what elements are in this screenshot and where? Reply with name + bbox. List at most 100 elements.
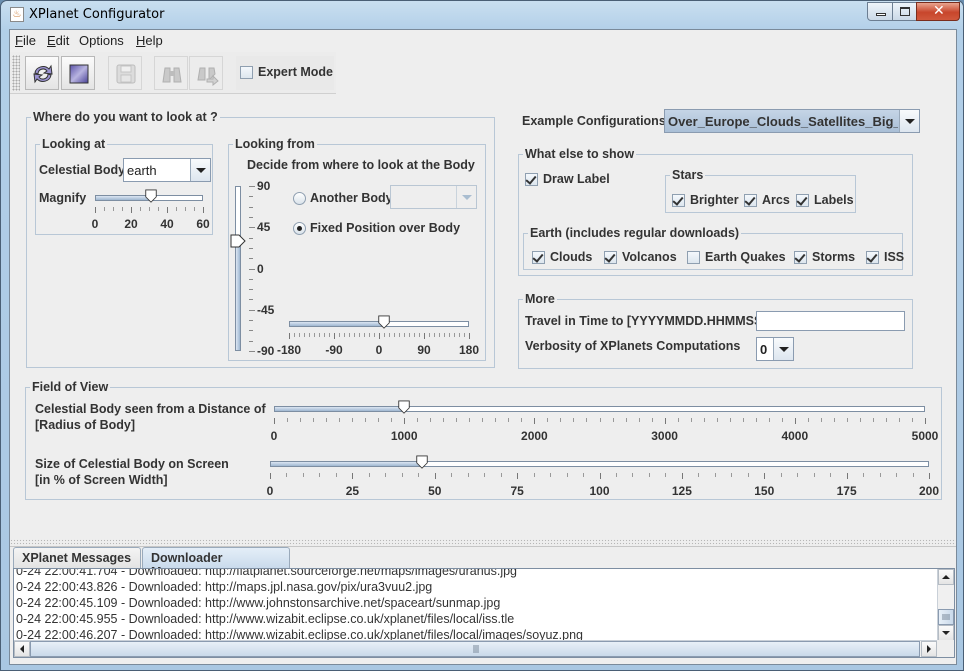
tick-mark <box>566 473 568 477</box>
tick-mark <box>391 418 393 422</box>
fixed-position-radio[interactable] <box>293 222 306 235</box>
tick-mark <box>625 418 627 422</box>
tick-mark <box>352 418 354 422</box>
expert-mode-toggle[interactable]: Expert Mode <box>236 56 334 90</box>
celestial-body-select[interactable]: earth <box>123 158 211 182</box>
stars-title: Stars <box>670 168 706 182</box>
magnify-ticks <box>95 207 204 213</box>
storms-checkbox[interactable] <box>794 251 807 264</box>
clouds-checkbox[interactable] <box>532 251 545 264</box>
vertical-scroll-thumb[interactable] <box>938 609 954 625</box>
tick-mark <box>534 418 536 424</box>
clouds-label: Clouds <box>550 250 593 264</box>
tick-mark <box>638 418 640 422</box>
menu-edit[interactable]: Edit <box>47 33 69 48</box>
tick-mark <box>573 418 575 422</box>
tick-mark <box>389 333 390 337</box>
tick-label: 20 <box>124 217 138 231</box>
travel-in-time-input[interactable] <box>756 311 905 331</box>
minimize-button[interactable] <box>867 2 893 21</box>
menu-options[interactable]: Options <box>79 33 124 48</box>
close-button[interactable]: ✕ <box>916 2 960 21</box>
tab-xplanet-messages[interactable]: XPlanet Messages <box>13 547 141 568</box>
verbosity-select[interactable]: 0 <box>756 337 794 361</box>
tick-mark <box>319 473 321 477</box>
earth-quakes-checkbox[interactable] <box>687 251 700 264</box>
log-line: 0-24 22:00:43.826 - Downloaded: http://m… <box>16 580 433 594</box>
menu-help[interactable]: Help <box>136 33 163 48</box>
example-configurations-select[interactable]: Over_Europe_Clouds_Satellites_Big_M... <box>664 109 920 133</box>
menu-bar: File Edit Options Help <box>10 30 956 50</box>
java-app-icon[interactable]: ♨ <box>10 7 24 22</box>
find-button[interactable] <box>154 56 188 90</box>
more-title: More <box>523 292 557 306</box>
refresh-button[interactable] <box>25 56 59 90</box>
toolbar-grip[interactable] <box>12 55 20 91</box>
field-of-view-group: Field of View Celestial Body seen from a… <box>25 380 942 500</box>
draw-label-checkbox[interactable] <box>525 173 538 186</box>
tick-mark <box>768 418 770 422</box>
window-title: XPlanet Configurator <box>29 7 165 22</box>
tick-label: 40 <box>160 217 174 231</box>
stop-button[interactable] <box>61 56 95 90</box>
scroll-down-button[interactable] <box>938 625 954 641</box>
chevron-down-icon[interactable] <box>899 110 919 132</box>
scroll-right-button[interactable] <box>921 641 937 657</box>
tick-mark <box>846 473 848 479</box>
distance-slider-track[interactable] <box>274 406 925 412</box>
tick-mark <box>449 333 450 337</box>
tick-mark <box>344 333 345 337</box>
what-else-to-show-group: What else to show Draw Label Stars Brigh… <box>518 147 913 276</box>
horizontal-scroll-thumb[interactable] <box>30 641 920 657</box>
tick-mark <box>830 473 832 477</box>
another-body-radio[interactable] <box>293 192 306 205</box>
save-button[interactable] <box>108 56 142 90</box>
tick-mark <box>302 473 304 477</box>
toolbar: Expert Mode <box>10 52 336 94</box>
volcanos-checkbox[interactable] <box>604 251 617 264</box>
chevron-down-icon[interactable] <box>773 338 793 360</box>
size-slider-thumb[interactable] <box>415 455 429 469</box>
tick-mark <box>378 418 380 422</box>
tab-downloader-messages[interactable]: Downloader Messages <box>142 547 290 579</box>
tick-mark <box>742 418 744 422</box>
split-pane-divider[interactable] <box>10 539 956 547</box>
what-else-to-show-title: What else to show <box>523 147 637 161</box>
size-slider-fill <box>271 462 423 466</box>
magnify-slider-thumb[interactable] <box>144 189 158 203</box>
another-body-select[interactable] <box>390 185 477 209</box>
scroll-left-button[interactable] <box>14 641 30 657</box>
menu-file[interactable]: File <box>15 33 36 48</box>
longitude-tick-labels: -180 -90 0 90 180 <box>277 343 479 357</box>
maximize-icon <box>900 7 910 16</box>
tick-mark <box>399 333 400 337</box>
tick-mark <box>95 207 96 213</box>
chevron-down-icon[interactable] <box>190 159 210 181</box>
scroll-up-button[interactable] <box>938 569 954 585</box>
tick-mark <box>813 473 815 477</box>
chevron-down-icon[interactable] <box>456 186 476 208</box>
labels-checkbox[interactable] <box>796 194 809 207</box>
tick-mark <box>249 309 255 311</box>
expert-mode-checkbox[interactable] <box>240 66 253 79</box>
horizontal-scrollbar[interactable] <box>14 640 938 657</box>
longitude-slider-thumb[interactable] <box>377 315 391 329</box>
tick-mark <box>651 418 653 422</box>
looking-from-title: Looking from <box>233 137 317 151</box>
downloader-log[interactable]: 0-24 22:00:41.704 - Downloaded: http://f… <box>13 568 955 658</box>
menu-help-mnemonic: H <box>136 33 146 48</box>
iss-checkbox[interactable] <box>866 251 879 264</box>
size-slider-track[interactable] <box>270 461 929 467</box>
title-bar[interactable]: ♨ XPlanet Configurator ✕ <box>1 1 963 29</box>
tick-mark <box>249 351 255 352</box>
maximize-button[interactable] <box>892 2 917 21</box>
latitude-slider-track[interactable] <box>235 186 241 351</box>
tick-mark <box>912 473 914 477</box>
distance-slider-thumb[interactable] <box>397 400 411 414</box>
arcs-checkbox[interactable] <box>744 194 757 207</box>
find-next-button[interactable] <box>189 56 223 90</box>
latitude-slider-thumb[interactable] <box>230 234 246 248</box>
vertical-scrollbar[interactable] <box>937 569 954 641</box>
brighter-checkbox[interactable] <box>672 194 685 207</box>
tick-mark <box>335 473 337 477</box>
